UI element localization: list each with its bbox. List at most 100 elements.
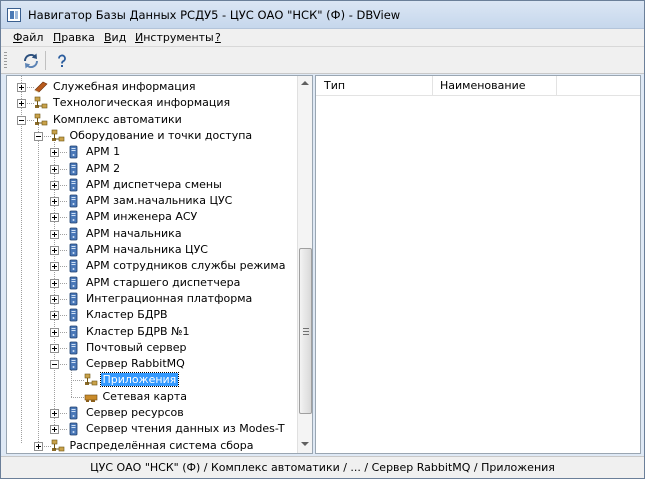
expand-plus-icon[interactable]: [33, 441, 43, 451]
tree-node[interactable]: АРМ 2: [7, 161, 295, 177]
tree-connector-line: [70, 396, 84, 398]
tree-node[interactable]: АРМ инженера АСУ: [7, 209, 295, 225]
book-icon: [34, 81, 48, 93]
tree-node[interactable]: Распределённая система сбора: [7, 438, 295, 453]
expand-plus-icon[interactable]: [50, 425, 59, 435]
tree-node[interactable]: Оборудование и точки доступа: [7, 128, 295, 144]
tree-node[interactable]: АРМ начальника: [7, 226, 295, 242]
computer-icon: [69, 406, 78, 420]
tree-node[interactable]: Кластер БДРВ №1: [7, 324, 295, 340]
help-icon: [58, 54, 66, 67]
menu-tools-accel: И: [135, 31, 144, 44]
tree-node[interactable]: Приложения: [7, 372, 295, 388]
tree-scrollbar[interactable]: [297, 76, 312, 453]
menu-help-accel: ?: [215, 31, 221, 44]
menu-tools[interactable]: Инструменты: [135, 31, 214, 44]
network-icon: [34, 96, 48, 109]
tree-node-label: Сервер чтения данных из Modes-T: [86, 422, 285, 436]
computer-icon: [69, 162, 78, 175]
refresh-icon: [23, 53, 39, 68]
menu-help[interactable]: ?: [215, 31, 221, 44]
column-header-type[interactable]: Тип: [324, 79, 345, 92]
expand-plus-icon[interactable]: [17, 83, 26, 92]
tree-node-label: Сервер RabbitMQ: [86, 357, 185, 371]
toolbar-grip[interactable]: [4, 52, 7, 69]
scroll-up-arrow-icon[interactable]: [301, 81, 309, 85]
tree-node[interactable]: Сетевая карта: [7, 389, 295, 405]
expand-plus-icon[interactable]: [50, 311, 59, 321]
menu-file-label: айл: [22, 31, 44, 44]
tree-node[interactable]: АРМ сотрудников службы режима: [7, 258, 295, 274]
expand-plus-icon[interactable]: [50, 409, 59, 418]
expand-plus-icon[interactable]: [50, 327, 59, 337]
tree-node[interactable]: АРМ старшего диспетчера: [7, 275, 295, 291]
collapse-minus-icon[interactable]: [50, 360, 59, 370]
menu-view-accel: В: [104, 31, 112, 44]
tree-node[interactable]: Почтовый сервер: [7, 340, 295, 356]
tree-node[interactable]: Сервер чтения данных из Modes-T: [7, 421, 295, 437]
column-divider[interactable]: [556, 76, 557, 96]
computer-icon: [69, 308, 78, 322]
computer-icon: [69, 325, 78, 338]
computer-icon: [69, 243, 78, 257]
tree-node[interactable]: Комплекс автоматики: [7, 112, 295, 128]
scrollbar-thumb[interactable]: [299, 248, 312, 414]
window-title: Навигатор Базы Данных РСДУ5 - ЦУС ОАО "Н…: [28, 8, 401, 22]
tree-node-label: Кластер БДРВ №1: [86, 324, 190, 338]
column-divider[interactable]: [432, 76, 433, 96]
expand-plus-icon[interactable]: [50, 343, 59, 353]
computer-icon: [69, 341, 78, 355]
tree-node[interactable]: АРМ диспетчера смены: [7, 177, 295, 193]
tree-node[interactable]: АРМ зам.начальника ЦУС: [7, 193, 295, 209]
details-list[interactable]: Тип Наименование: [315, 75, 641, 454]
menu-edit-label: равка: [61, 31, 95, 44]
scroll-down-arrow-icon[interactable]: [301, 442, 309, 446]
tree-node-label: Оборудование и точки доступа: [69, 128, 253, 142]
menu-view[interactable]: Вид: [104, 31, 126, 44]
expand-plus-icon[interactable]: [50, 294, 59, 304]
tree-node-label: Сервер ресурсов: [86, 406, 184, 419]
app-icon: [7, 8, 21, 22]
tree-node-label: Служебная информация: [53, 80, 196, 93]
computer-icon: [69, 259, 78, 273]
tree-node[interactable]: Технологическая информация: [7, 95, 295, 111]
help-button[interactable]: [51, 50, 73, 71]
title-bar[interactable]: Навигатор Базы Данных РСДУ5 - ЦУС ОАО "Н…: [1, 1, 644, 29]
computer-icon: [69, 227, 78, 241]
expand-plus-icon[interactable]: [50, 229, 59, 239]
computer-icon: [69, 210, 78, 224]
expand-plus-icon[interactable]: [50, 213, 59, 223]
expand-plus-icon[interactable]: [50, 164, 59, 174]
expand-plus-icon[interactable]: [50, 262, 59, 272]
collapse-minus-icon[interactable]: [33, 131, 43, 141]
expand-plus-icon[interactable]: [50, 148, 59, 158]
expand-plus-icon[interactable]: [50, 278, 59, 288]
tree-node-label: Комплекс автоматики: [53, 112, 182, 126]
tree-node[interactable]: АРМ начальника ЦУС: [7, 242, 295, 258]
computer-icon: [69, 357, 78, 371]
tree-node[interactable]: Сервер RabbitMQ: [7, 356, 295, 372]
expand-plus-icon[interactable]: [17, 99, 26, 109]
list-header: Тип Наименование: [316, 76, 640, 96]
toolbar-separator: [45, 51, 46, 70]
expand-plus-icon[interactable]: [50, 180, 59, 190]
tree-node-label: Почтовый сервер: [86, 340, 187, 354]
tree-view[interactable]: Служебная информация Технологическая инфо…: [6, 75, 313, 454]
collapse-minus-icon[interactable]: [17, 115, 26, 125]
refresh-button[interactable]: [20, 50, 42, 71]
network-icon: [51, 129, 64, 142]
tree-node[interactable]: АРМ 1: [7, 144, 295, 160]
computer-icon: [69, 194, 78, 208]
expand-plus-icon[interactable]: [50, 197, 59, 207]
expand-plus-icon[interactable]: [50, 246, 59, 255]
thumb-grip-icon: [302, 327, 309, 335]
menu-file[interactable]: Файл: [13, 31, 43, 44]
tree-node[interactable]: Кластер БДРВ: [7, 307, 295, 323]
tree-node[interactable]: Сервер ресурсов: [7, 405, 295, 421]
column-header-name[interactable]: Наименование: [440, 79, 525, 92]
menu-edit[interactable]: Правка: [53, 31, 95, 44]
tree-node[interactable]: Интеграционная платформа: [7, 291, 295, 307]
computer-icon: [69, 422, 78, 436]
computer-icon: [69, 276, 78, 289]
tree-node[interactable]: Служебная информация: [7, 79, 295, 95]
